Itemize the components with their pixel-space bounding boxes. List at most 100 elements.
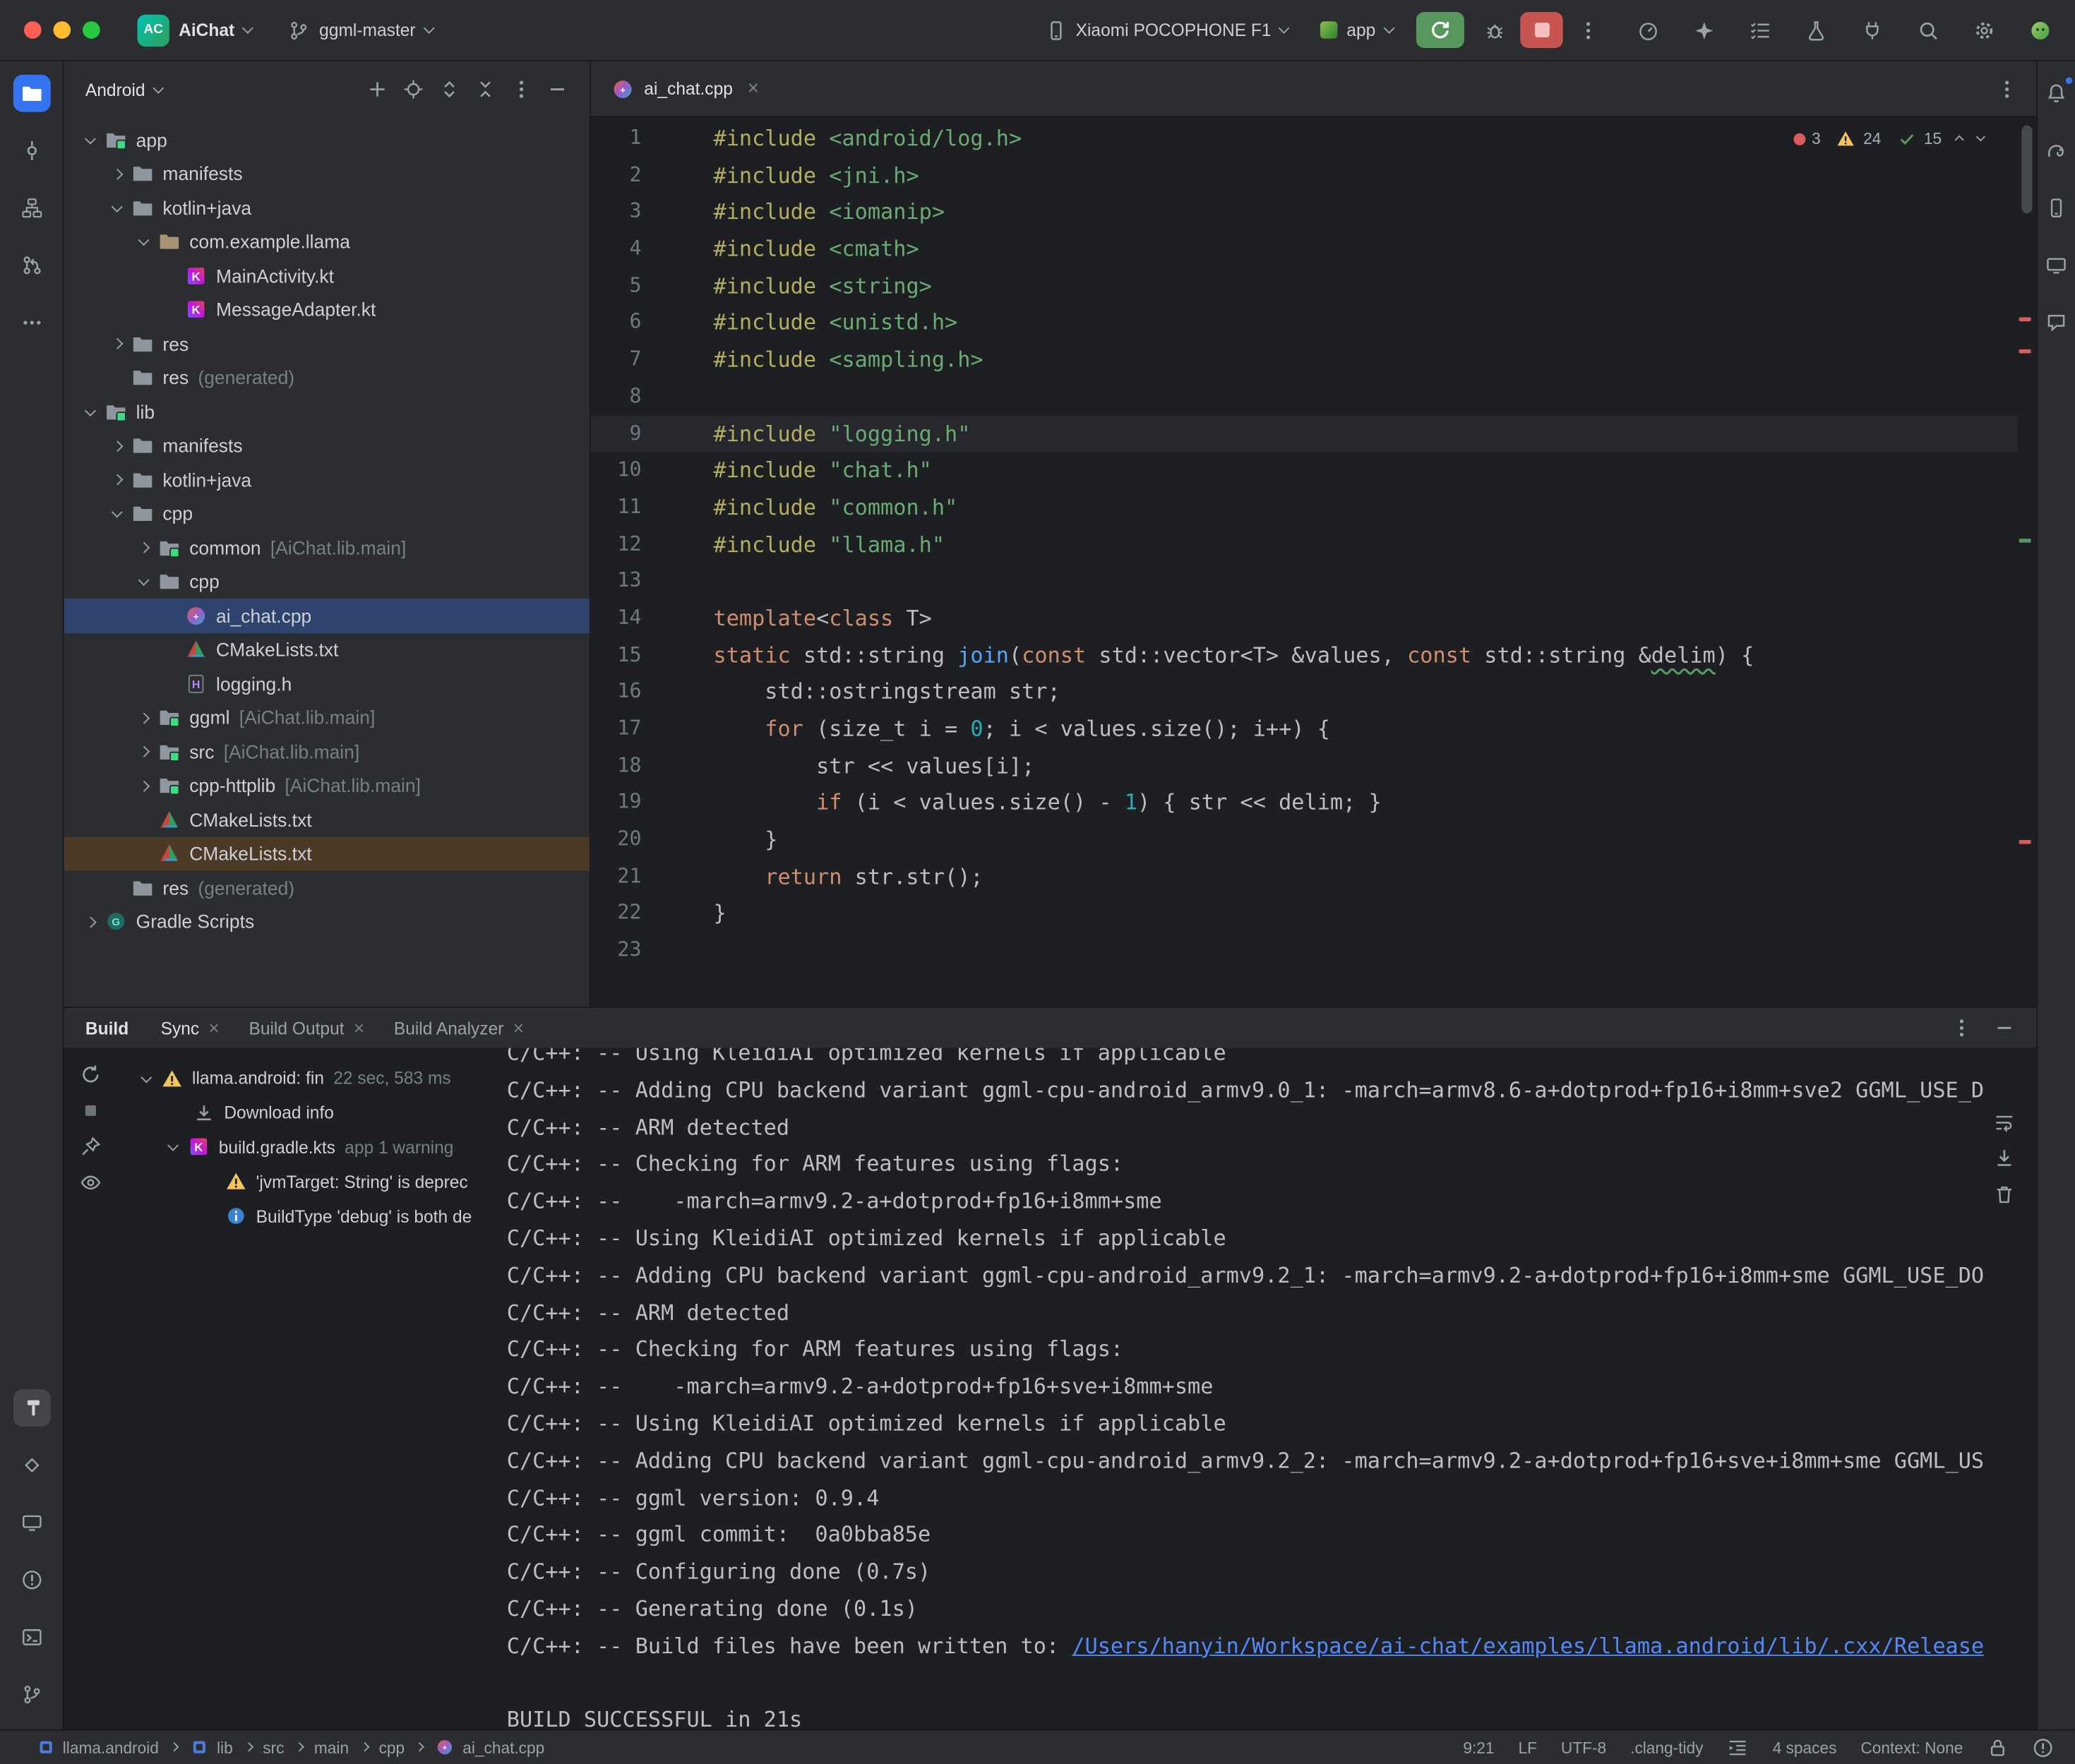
project-item-cpp-httplib[interactable]: cpp-httplib[AiChat.lib.main] [64,769,590,803]
project-item-logging-h[interactable]: Hlogging.h [64,666,590,700]
tests-button[interactable] [1805,19,1826,40]
breadcrumb-main[interactable]: main [314,1738,349,1756]
close-tab-button[interactable]: × [208,1017,219,1038]
project-item-res[interactable]: res(generated) [64,361,590,395]
more-tool-button[interactable] [13,304,50,342]
zoom-window-button[interactable] [83,21,100,39]
project-item-ggml[interactable]: ggml[AiChat.lib.main] [64,701,590,735]
editor-scrollbar[interactable] [2021,126,2032,214]
build-item-download-info[interactable]: Download info [117,1096,491,1130]
build-console[interactable]: C/C++: -- Using KleidiAI optimized kerne… [491,1048,2036,1729]
breadcrumb-cpp[interactable]: cpp [379,1738,405,1756]
commit-tool-button[interactable] [13,132,50,169]
build-item-buildtype-debug-is-both-de[interactable]: BuildType 'debug' is both de [117,1199,491,1233]
next-problem-button[interactable] [1975,133,1984,141]
status-line-separator[interactable]: LF [1518,1738,1536,1756]
breadcrumb-llama-android[interactable]: llama.android [35,1736,159,1758]
project-item-res[interactable]: res(generated) [64,870,590,904]
terminal-tool-button[interactable] [13,1619,50,1656]
prev-problem-button[interactable] [1955,136,1963,145]
status-readonly-lock[interactable] [1987,1736,2008,1758]
build-tab-build-analyzer[interactable]: Build Analyzer× [394,1017,524,1038]
project-item-messageadapter-kt[interactable]: KMessageAdapter.kt [64,293,590,327]
run-button[interactable] [1416,12,1464,48]
clear-button[interactable] [1994,1184,2015,1205]
collapse-all-button[interactable] [474,78,496,100]
app-inspection-tool-button[interactable] [13,1446,50,1484]
structure-tool-button[interactable] [13,189,50,227]
search-button[interactable] [1918,19,1939,40]
status-file-encoding[interactable]: UTF-8 [1561,1738,1606,1756]
stop-square-button[interactable] [80,1100,101,1121]
running-devices-tool-button[interactable] [2038,246,2075,284]
minimize-window-button[interactable] [54,21,71,39]
tab-options-button[interactable] [1997,78,2018,99]
ai-assistant-button[interactable] [1694,19,1715,40]
kebab-button[interactable] [1951,1017,1972,1038]
eye-button[interactable] [80,1172,101,1193]
breadcrumb-ai-chat-cpp[interactable]: +ai_chat.cpp [435,1736,545,1758]
project-selector[interactable]: AC AiChat [126,8,262,51]
editor-gutter[interactable]: 1234567891011121314151617181920212223 [591,120,655,969]
project-item-cpp[interactable]: cpp [64,565,590,599]
project-tool-button[interactable] [13,75,50,112]
project-view-selector[interactable]: Android [85,79,162,99]
project-item-cmakelists-txt[interactable]: CMakeLists.txt [64,836,590,870]
close-tab-button[interactable]: × [354,1017,364,1038]
locate-button[interactable] [402,78,424,100]
pin-button[interactable] [80,1136,101,1157]
studio-bot-button[interactable] [2030,19,2051,40]
project-item-kotlin-java[interactable]: kotlin+java [64,191,590,224]
minus-button[interactable] [1994,1017,2015,1038]
vcs-branch-selector[interactable]: ggml-master [278,14,443,46]
stop-button[interactable] [1520,12,1562,48]
assistant-tool-button[interactable] [2038,304,2075,342]
sync-button[interactable] [80,1064,101,1085]
project-item-com-example-llama[interactable]: com.example.llama [64,224,590,258]
project-item-gradle-scripts[interactable]: GGradle Scripts [64,905,590,939]
soft-wrap-button[interactable] [1994,1112,2015,1133]
project-item-app[interactable]: app [64,123,590,157]
todo-list-button[interactable] [1750,19,1771,40]
project-item-manifests[interactable]: manifests [64,157,590,191]
kebab-button[interactable] [510,78,532,100]
profiler-button[interactable] [1637,19,1658,40]
project-item-cmakelists-txt[interactable]: CMakeLists.txt [64,632,590,666]
project-item-cmakelists-txt[interactable]: CMakeLists.txt [64,803,590,836]
project-item-ai-chat-cpp[interactable]: +ai_chat.cpp [64,599,590,632]
problems-tool-button[interactable] [13,1561,50,1599]
status-caret-position[interactable]: 9:21 [1463,1738,1494,1756]
scroll-end-button[interactable] [1994,1148,2015,1169]
minus-button[interactable] [546,78,568,100]
close-tab-button[interactable]: × [513,1017,524,1038]
more-run-options-button[interactable] [1577,19,1598,40]
build-tool-button[interactable] [13,1389,50,1427]
build-item-llama-android-fin[interactable]: llama.android: fin22 sec, 583 ms [117,1061,491,1096]
settings-button[interactable] [1973,19,1995,40]
build-output-path-link[interactable]: /Users/hanyin/Workspace/ai-chat/examples… [1072,1633,1984,1658]
pull-requests-tool-button[interactable] [13,246,50,284]
build-tab-sync[interactable]: Sync× [161,1017,220,1038]
inspections-widget[interactable]: 3 24 15 [1793,128,1983,149]
running-devices-tool-button[interactable] [13,1504,50,1542]
project-item-manifests[interactable]: manifests [64,428,590,462]
device-manager-tool-button[interactable] [2038,189,2075,227]
status-clang-tidy[interactable]: .clang-tidy [1630,1738,1703,1756]
version-control-tool-button[interactable] [13,1676,50,1713]
breadcrumb-lib[interactable]: lib [189,1736,232,1758]
status-indent[interactable] [1727,1736,1748,1758]
expand-all-button[interactable] [438,78,460,100]
status-context[interactable]: Context: None [1860,1738,1963,1756]
project-item-res[interactable]: res [64,327,590,361]
project-item-cpp[interactable]: cpp [64,497,590,531]
device-link-button[interactable] [1862,19,1883,40]
editor-tab[interactable]: + ai_chat.cpp × [591,61,775,116]
device-selector[interactable]: Xiaomi POCOPHONE F1 [1034,14,1298,46]
close-window-button[interactable] [24,21,42,39]
breadcrumb-src[interactable]: src [263,1738,284,1756]
project-item-lib[interactable]: lib [64,395,590,428]
debug-button[interactable] [1484,19,1505,40]
run-config-selector[interactable]: app [1309,15,1403,45]
project-item-mainactivity-kt[interactable]: KMainActivity.kt [64,258,590,292]
notifications-tool-button[interactable] [2038,75,2075,112]
